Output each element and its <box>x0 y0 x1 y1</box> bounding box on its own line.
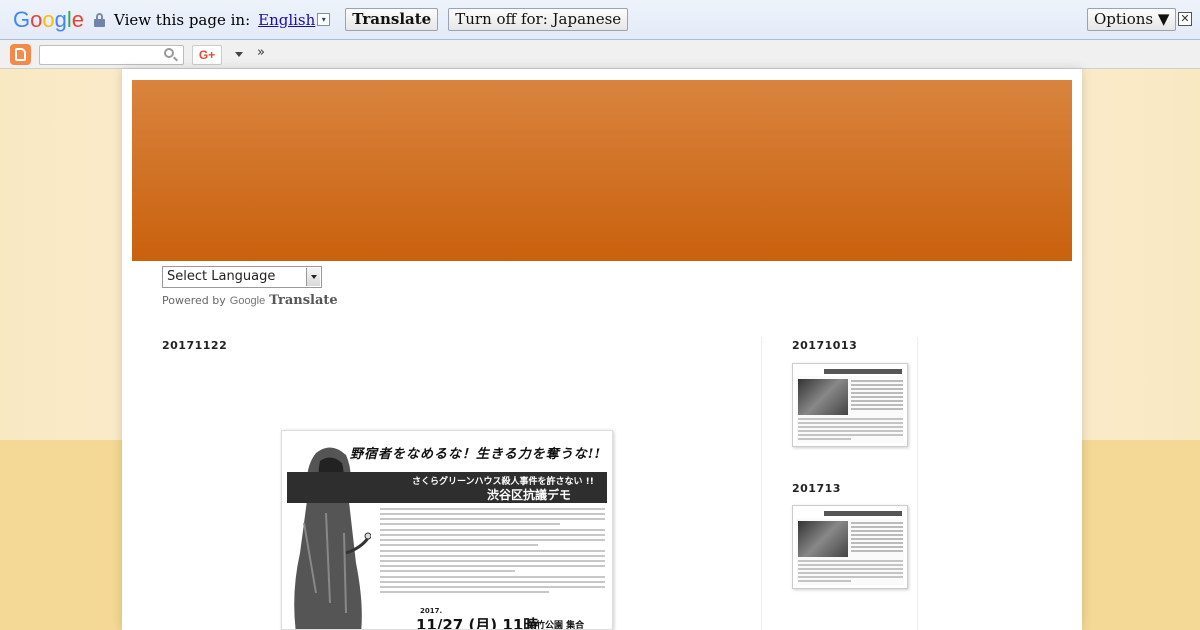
google-logo: G o o g l e <box>13 7 84 33</box>
sidebar-title-2: 201713 <box>792 482 841 495</box>
language-link[interactable]: English <box>258 11 315 29</box>
close-icon[interactable]: ✕ <box>1178 12 1192 26</box>
logo-letter-0: G <box>13 6 31 32</box>
flyer-place: 美竹公園 集合 <box>527 621 585 630</box>
gplus-button[interactable]: G+ <box>192 45 222 65</box>
blogger-icon[interactable] <box>10 44 31 65</box>
sidebar-divider <box>917 337 918 630</box>
header-banner[interactable] <box>132 80 1072 261</box>
column-divider <box>761 337 762 630</box>
translate-bar: G o o g l e View this page in: English ▾… <box>0 0 1200 40</box>
sidebar-thumbnail-1[interactable] <box>792 363 908 447</box>
flyer-image[interactable]: 野宿者をなめるな！生きる力を奪うな!! さくらグリーンハウス殺人事件を許さない … <box>281 430 613 630</box>
translate-prompt: View this page in: <box>114 10 251 29</box>
logo-letter-1: o <box>30 6 43 32</box>
sidebar-thumbnail-2[interactable] <box>792 505 908 589</box>
flyer-demo-title: 渋谷区抗議デモ <box>487 488 572 502</box>
logo-letter-2: o <box>42 6 55 32</box>
translate-button[interactable]: Translate <box>345 8 439 31</box>
select-arrow-icon <box>306 268 320 286</box>
search-icon[interactable] <box>164 48 174 58</box>
language-select[interactable]: Select Language <box>162 266 322 288</box>
chevron-down-icon[interactable] <box>235 52 243 57</box>
flyer-date-time: 11/27 (月) 11時 <box>416 616 539 630</box>
translate-link[interactable]: Translate <box>269 293 337 308</box>
powered-by-label: Powered by <box>162 294 226 307</box>
flyer-body-text <box>380 508 605 596</box>
lock-icon <box>94 12 106 27</box>
post-date-header: 20171122 <box>162 339 228 352</box>
logo-letter-5: e <box>71 6 85 32</box>
blogger-navbar: G+ » <box>0 40 1200 69</box>
powered-by: Powered by Google Translate <box>162 293 338 308</box>
google-wordmark[interactable]: Google <box>230 295 265 307</box>
sidebar-title-1: 20171013 <box>792 339 858 352</box>
options-button[interactable]: Options ▼ <box>1087 8 1177 31</box>
flyer-headline: 野宿者をなめるな！生きる力を奪うな!! <box>350 447 602 462</box>
logo-letter-3: g <box>54 6 67 32</box>
language-dropdown-icon[interactable]: ▾ <box>317 13 331 26</box>
language-select-label: Select Language <box>167 269 276 284</box>
search-input[interactable] <box>39 45 184 65</box>
turn-off-button[interactable]: Turn off for: Japanese <box>448 8 629 31</box>
more-icon[interactable]: » <box>257 45 265 60</box>
content-outer: Select Language Powered by Google Transl… <box>122 69 1082 630</box>
